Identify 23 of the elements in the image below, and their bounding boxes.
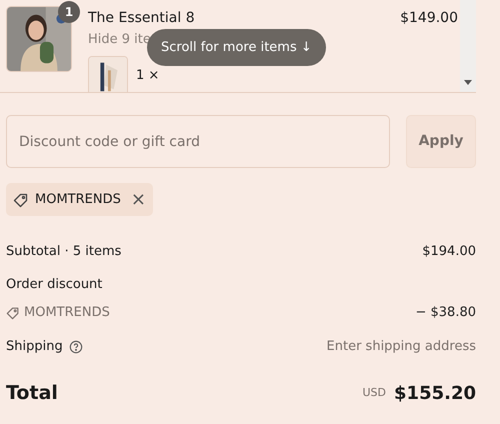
summary-label: Shipping: [6, 338, 63, 356]
product-price: $149.00: [400, 9, 458, 28]
quantity-badge: 1: [58, 1, 80, 23]
total-value: $155.20: [394, 382, 476, 406]
product-title: The Essential 8: [88, 9, 195, 28]
scroll-down-icon[interactable]: [464, 80, 472, 85]
discount-amount: − $38.80: [415, 304, 476, 322]
currency-label: USD: [362, 385, 386, 401]
apply-button[interactable]: Apply: [406, 115, 476, 168]
sub-item-name: 1 ×: [136, 68, 160, 82]
remove-button[interactable]: ×: [130, 190, 146, 208]
shipping-value: Enter shipping address: [326, 338, 476, 356]
discount-field[interactable]: Discount code or gift card: [6, 115, 390, 168]
tag-icon: [13, 192, 29, 208]
total-label: Total: [6, 381, 58, 406]
summary-label: Subtotal · 5 items: [6, 242, 122, 261]
help-icon[interactable]: [68, 340, 83, 354]
discount-code: MOMTRENDS: [24, 304, 110, 322]
scrollbar[interactable]: [460, 0, 476, 92]
summary-value: $194.00: [422, 242, 476, 261]
tag-icon: [6, 306, 20, 320]
discount-tag-label: MOMTRENDS: [35, 190, 121, 209]
summary-label: Order discount: [6, 276, 102, 294]
